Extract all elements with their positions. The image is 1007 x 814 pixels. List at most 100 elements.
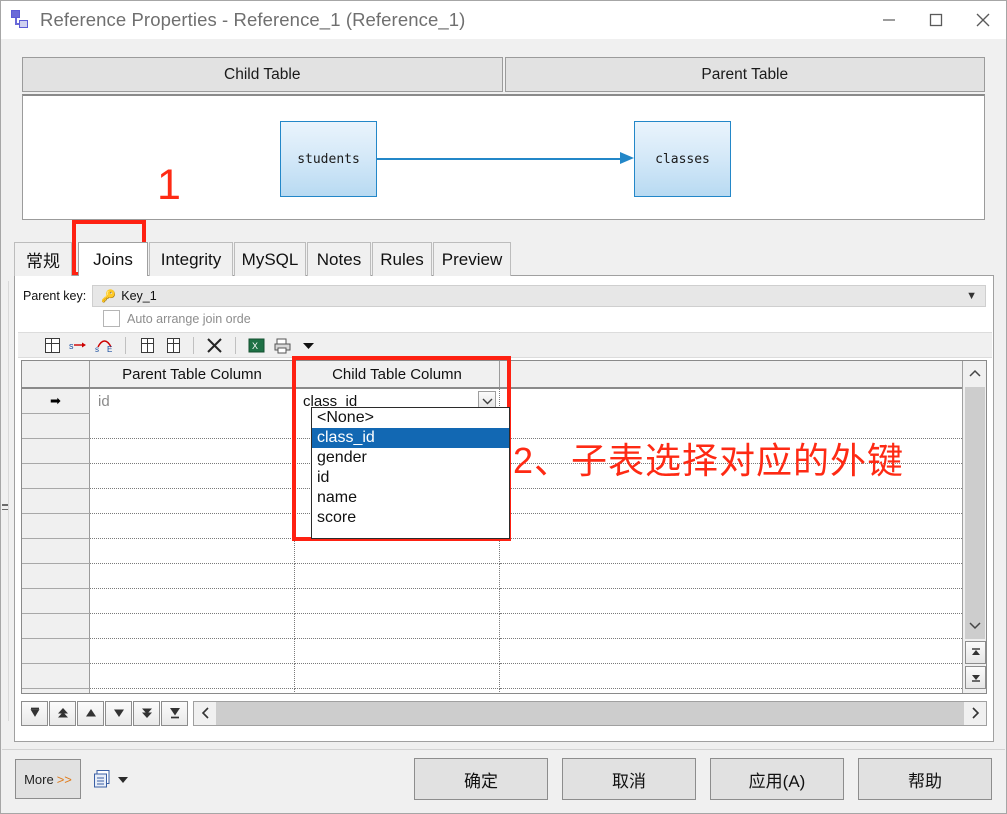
- ok-button[interactable]: 确定: [414, 758, 548, 800]
- minimize-icon[interactable]: [865, 1, 912, 38]
- auto-map-columns-icon[interactable]: sE: [95, 336, 114, 355]
- auto-arrange-row[interactable]: Auto arrange join orde: [103, 310, 251, 327]
- scroll-page-down-button[interactable]: [965, 666, 986, 689]
- dropdown-arrow-icon[interactable]: [299, 336, 318, 355]
- export-excel-icon[interactable]: X: [247, 336, 266, 355]
- tab-rules[interactable]: Rules: [372, 242, 432, 276]
- tab-preview[interactable]: Preview: [433, 242, 511, 276]
- row-marker: [22, 414, 90, 438]
- tab-integrity[interactable]: Integrity: [149, 242, 233, 276]
- scroll-page-up-button[interactable]: [965, 641, 986, 664]
- go-prev-record-button[interactable]: [77, 700, 104, 726]
- cell-parent-column[interactable]: [90, 489, 295, 514]
- parent-table-box[interactable]: classes: [634, 121, 731, 197]
- cell-child-column[interactable]: [295, 589, 500, 614]
- scrollbar-thumb[interactable]: [965, 387, 985, 639]
- child-table-box[interactable]: students: [280, 121, 377, 197]
- child-column-dropdown-list[interactable]: <None> class_id gender id name score: [311, 407, 510, 539]
- more-button[interactable]: More >>: [15, 759, 81, 799]
- cell-parent-column[interactable]: [90, 689, 295, 693]
- cell-parent-column[interactable]: [90, 464, 295, 489]
- apply-button[interactable]: 应用(A): [710, 758, 844, 800]
- map-columns-icon[interactable]: s: [69, 336, 88, 355]
- toolbar-separator: [193, 336, 194, 354]
- svg-text:E: E: [107, 345, 112, 354]
- tab-notes[interactable]: Notes: [307, 242, 371, 276]
- grid-horizontal-scrollbar[interactable]: [193, 700, 987, 726]
- cell-parent-column[interactable]: [90, 639, 295, 664]
- close-icon[interactable]: [959, 1, 1006, 38]
- script-dropdown-arrow-icon[interactable]: [118, 777, 128, 783]
- help-button[interactable]: 帮助: [858, 758, 992, 800]
- cell-parent-column[interactable]: [90, 614, 295, 639]
- insert-row-icon[interactable]: [137, 336, 156, 355]
- chevron-down-icon[interactable]: ▼: [966, 290, 977, 302]
- cell-parent-column[interactable]: [90, 564, 295, 589]
- cell-child-column[interactable]: [295, 539, 500, 564]
- dropdown-option-none[interactable]: <None>: [312, 408, 509, 428]
- go-prev-page-button[interactable]: [49, 700, 76, 726]
- dropdown-option-score[interactable]: score: [312, 508, 509, 528]
- auto-arrange-checkbox[interactable]: [103, 310, 120, 327]
- cell-child-column[interactable]: [295, 664, 500, 689]
- splitter-grip[interactable]: [2, 501, 8, 515]
- table-row[interactable]: [22, 614, 986, 639]
- grid-header-parent-column[interactable]: Parent Table Column: [90, 361, 295, 387]
- relation-arrow-icon: [620, 152, 634, 164]
- more-button-label: More: [24, 771, 54, 787]
- svg-text:s: s: [95, 345, 99, 354]
- cell-parent-column[interactable]: [90, 664, 295, 689]
- key-icon: 🔑: [101, 289, 117, 303]
- dropdown-option-class-id[interactable]: class_id: [312, 428, 509, 448]
- grid-vertical-scrollbar[interactable]: [962, 361, 986, 693]
- cell-parent-column[interactable]: [90, 539, 295, 564]
- print-icon[interactable]: [273, 336, 292, 355]
- row-marker: [22, 489, 90, 513]
- row-marker: [22, 664, 90, 688]
- go-next-record-button[interactable]: [105, 700, 132, 726]
- annotation-step-2: 2、子表选择对应的外键: [513, 440, 905, 481]
- parent-key-select[interactable]: 🔑 Key_1 ▼: [92, 285, 986, 307]
- tab-mysql[interactable]: MySQL: [234, 242, 306, 276]
- cell-child-column[interactable]: [295, 689, 500, 693]
- left-splitter[interactable]: [2, 281, 9, 721]
- cell-child-column[interactable]: [295, 639, 500, 664]
- toolbar-separator: [125, 336, 126, 354]
- record-navigation-bar: [21, 700, 987, 726]
- append-row-icon[interactable]: [163, 336, 182, 355]
- dropdown-option-gender[interactable]: gender: [312, 448, 509, 468]
- table-row[interactable]: [22, 589, 986, 614]
- tab-joins[interactable]: Joins: [78, 242, 148, 276]
- maximize-icon[interactable]: [912, 1, 959, 38]
- cell-child-column[interactable]: [295, 614, 500, 639]
- cell-parent-column[interactable]: [90, 589, 295, 614]
- table-row[interactable]: [22, 639, 986, 664]
- scroll-left-icon[interactable]: [194, 701, 216, 725]
- table-row[interactable]: [22, 664, 986, 689]
- cell-parent-column[interactable]: [90, 514, 295, 539]
- dropdown-option-id[interactable]: id: [312, 468, 509, 488]
- delete-row-icon[interactable]: [205, 336, 224, 355]
- scroll-up-icon[interactable]: [963, 361, 986, 385]
- row-marker: [22, 639, 90, 663]
- tab-general[interactable]: 常规: [14, 242, 72, 276]
- go-first-record-button[interactable]: [21, 700, 48, 726]
- select-columns-icon[interactable]: [43, 336, 62, 355]
- scroll-right-icon[interactable]: [964, 701, 986, 725]
- dialog-footer: More >> 确定 取消 应用(A) 帮助: [2, 749, 1005, 813]
- cell-parent-column[interactable]: [90, 414, 295, 439]
- scroll-down-icon[interactable]: [963, 613, 986, 637]
- cancel-button[interactable]: 取消: [562, 758, 696, 800]
- cell-parent-column[interactable]: id: [90, 389, 295, 414]
- scrollbar-thumb[interactable]: [216, 701, 964, 725]
- go-last-record-button[interactable]: [161, 700, 188, 726]
- table-row[interactable]: [22, 689, 986, 693]
- cell-child-column[interactable]: [295, 564, 500, 589]
- cell-filler: [500, 414, 986, 439]
- cell-parent-column[interactable]: [90, 439, 295, 464]
- table-row[interactable]: [22, 564, 986, 589]
- table-row[interactable]: [22, 539, 986, 564]
- dropdown-option-name[interactable]: name: [312, 488, 509, 508]
- go-next-page-button[interactable]: [133, 700, 160, 726]
- script-icon[interactable]: [94, 770, 110, 788]
